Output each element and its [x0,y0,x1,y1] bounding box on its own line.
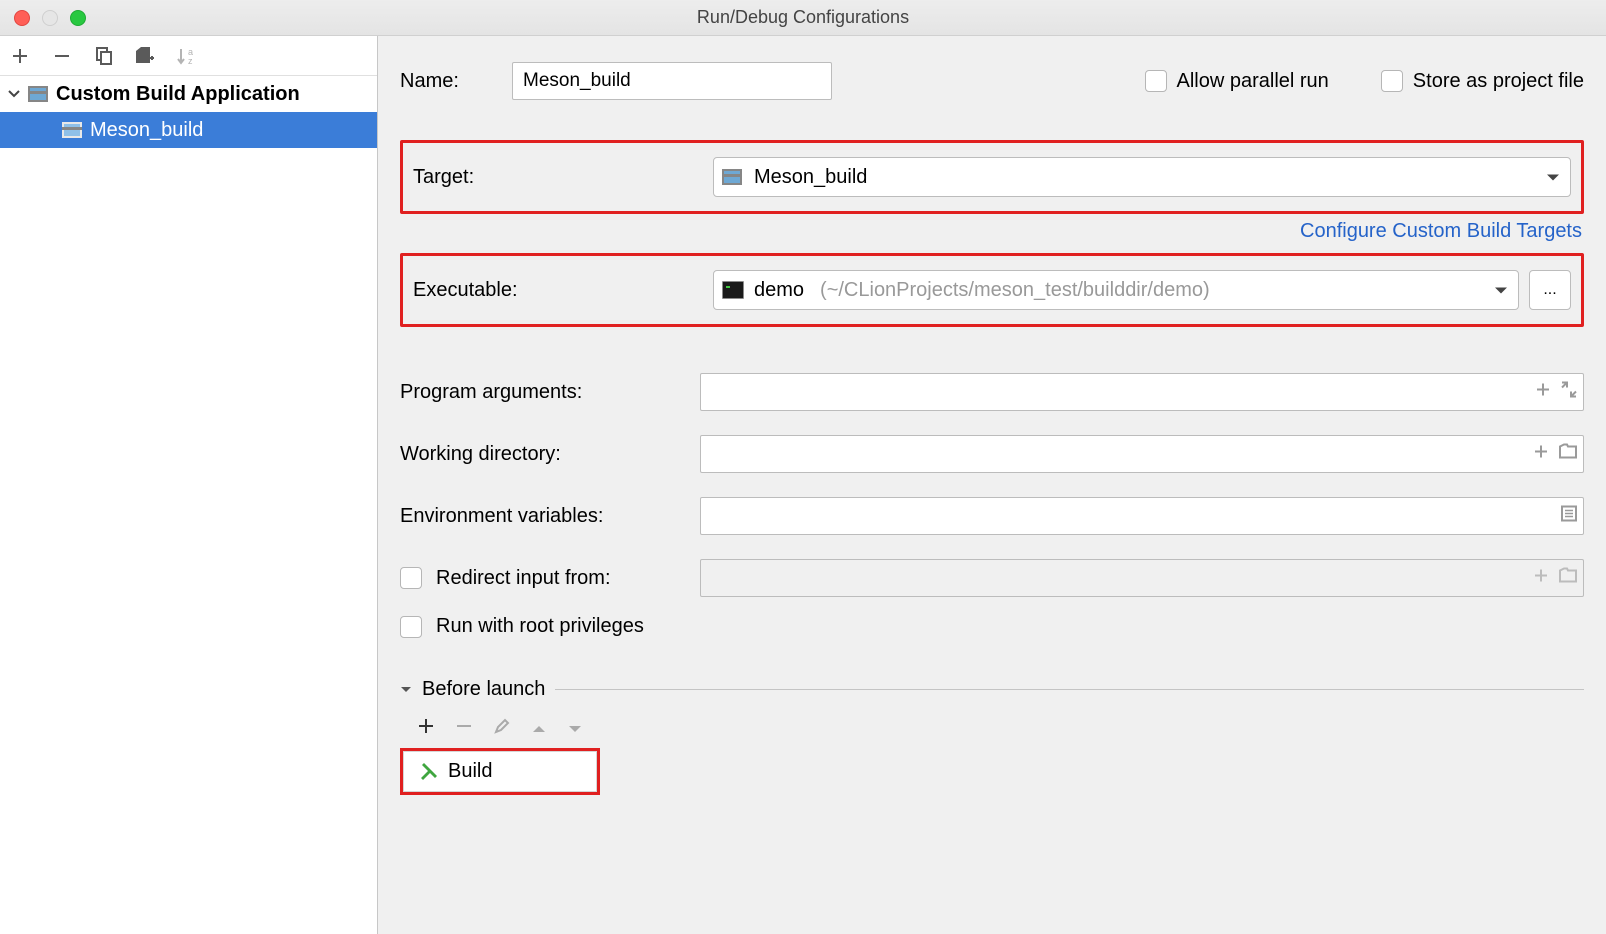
redirect-input-checkbox[interactable] [400,567,422,589]
terminal-icon [722,281,744,299]
folder-icon [1559,567,1577,590]
executable-label: Executable: [413,279,713,302]
remove-config-button[interactable] [50,44,74,68]
add-task-button[interactable] [418,717,434,740]
copy-config-button[interactable] [92,44,116,68]
config-tree: Custom Build Application Meson_build [0,76,377,934]
build-task-highlight: Build [400,748,600,795]
collapse-arrow-icon [400,684,412,696]
name-input[interactable] [512,62,832,100]
executable-value: demo [754,279,804,302]
env-vars-label: Environment variables: [400,505,700,528]
program-args-input[interactable] [700,373,1584,411]
chevron-down-icon [1546,166,1560,189]
before-launch-section[interactable]: Before launch [400,678,1584,701]
add-macro-icon[interactable] [1533,443,1549,466]
svg-text:z: z [188,56,193,66]
folder-icon[interactable] [1559,443,1577,466]
before-launch-label: Before launch [422,678,545,701]
executable-combo[interactable]: demo (~/CLionProjects/meson_test/builddi… [713,270,1519,310]
name-label: Name: [400,70,512,93]
sidebar-toolbar: az [0,36,377,76]
allow-parallel-checkbox[interactable] [1145,70,1167,92]
before-launch-task-item[interactable]: Build [403,751,597,792]
titlebar: Run/Debug Configurations [0,0,1606,36]
window-minimize-button[interactable] [42,10,58,26]
target-highlight: Target: Meson_build [400,140,1584,214]
module-icon [62,122,82,138]
chevron-down-icon [1494,279,1508,302]
expand-icon[interactable] [1561,381,1577,404]
module-icon [722,169,742,185]
sort-alpha-button[interactable]: az [176,44,200,68]
move-down-button[interactable] [568,717,582,740]
target-label: Target: [413,166,713,189]
tree-child-item[interactable]: Meson_build [0,112,377,148]
executable-highlight: Executable: demo (~/CLionProjects/meson_… [400,253,1584,327]
allow-parallel-checkbox-group[interactable]: Allow parallel run [1145,70,1329,93]
window-maximize-button[interactable] [70,10,86,26]
root-priv-label: Run with root privileges [436,615,644,638]
executable-path: (~/CLionProjects/meson_test/builddir/dem… [820,279,1210,302]
divider [555,689,1584,690]
add-macro-icon [1533,567,1549,590]
hammer-icon [418,762,438,782]
target-value: Meson_build [754,166,867,189]
configure-targets-link[interactable]: Configure Custom Build Targets [1300,220,1582,243]
window-title: Run/Debug Configurations [697,7,909,28]
working-dir-input[interactable] [700,435,1584,473]
env-vars-input[interactable] [700,497,1584,535]
expand-arrow-icon[interactable] [6,86,22,102]
config-sidebar: az Custom Build Application Meson_build [0,36,378,934]
save-template-button[interactable] [134,44,158,68]
root-priv-checkbox[interactable] [400,616,422,638]
tree-root-label: Custom Build Application [56,83,300,106]
list-icon[interactable] [1561,505,1577,528]
add-config-button[interactable] [8,44,32,68]
target-combo[interactable]: Meson_build [713,157,1571,197]
module-icon [28,86,48,102]
working-dir-label: Working directory: [400,443,700,466]
move-up-button[interactable] [532,717,546,740]
store-project-label: Store as project file [1413,70,1584,93]
add-macro-icon[interactable] [1535,381,1551,404]
remove-task-button[interactable] [456,717,472,740]
tree-root-item[interactable]: Custom Build Application [0,76,377,112]
executable-browse-button[interactable]: ... [1529,270,1571,310]
allow-parallel-label: Allow parallel run [1177,70,1329,93]
before-launch-toolbar [400,711,1584,746]
redirect-input-label: Redirect input from: [436,567,611,590]
store-project-checkbox-group[interactable]: Store as project file [1381,70,1584,93]
store-project-checkbox[interactable] [1381,70,1403,92]
traffic-lights [0,10,86,26]
config-content: Name: Allow parallel run Store as projec… [378,36,1606,934]
program-args-label: Program arguments: [400,381,700,404]
window-close-button[interactable] [14,10,30,26]
redirect-input-field [700,559,1584,597]
build-task-label: Build [448,760,492,783]
tree-child-label: Meson_build [90,119,203,142]
edit-task-button[interactable] [494,717,510,740]
